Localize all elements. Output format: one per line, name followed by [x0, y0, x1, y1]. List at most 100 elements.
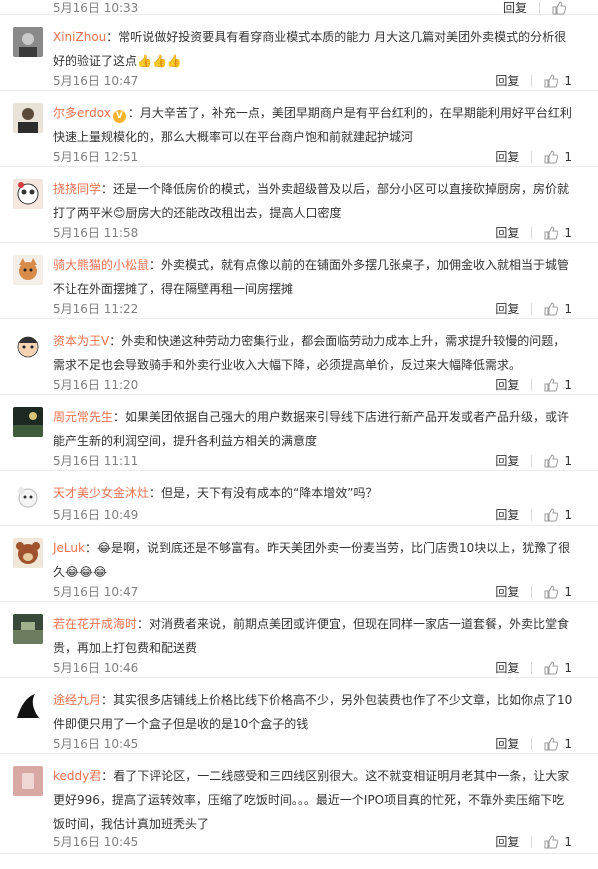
- like-button[interactable]: 1: [544, 658, 572, 678]
- reply-button[interactable]: 回复: [495, 582, 519, 602]
- like-count: 1: [564, 454, 572, 468]
- comment-body: ：😂是啊，说到底还是不够富有。昨天美团外卖一份麦当劳，比门店贵10块以上，犹豫了…: [53, 541, 571, 579]
- thumbs-up-icon: [544, 835, 559, 849]
- comment-text: 若在花开成海时：对消费者来说，前期点美团或许便宜，但现在同样一家店一道套餐，外卖…: [53, 612, 573, 660]
- comment-time: 5月16日 10:47: [53, 585, 139, 599]
- divider: [531, 303, 533, 315]
- like-button[interactable]: 1: [544, 734, 572, 754]
- comment-item: 途经九月：其实很多店铺线上价格比线下价格高不少，另外包装费也作了不少文章，比如你…: [0, 678, 598, 754]
- comment-meta: 5月16日 11:20 回复 1: [53, 375, 572, 395]
- reply-button[interactable]: 回复: [495, 451, 519, 471]
- like-button[interactable]: 1: [544, 832, 572, 852]
- comment-item: JeLuk：😂是啊，说到底还是不够富有。昨天美团外卖一份麦当劳，比门店贵10块以…: [0, 526, 598, 602]
- username-link[interactable]: 骑大熊猫的小松鼠: [53, 258, 149, 272]
- reply-button[interactable]: 回复: [495, 147, 519, 167]
- comment-actions: 回复 1: [495, 451, 572, 471]
- avatar[interactable]: [13, 255, 43, 285]
- comment-actions: 回复 1: [495, 734, 572, 754]
- comment-meta: 5月16日 10:47 回复 1: [53, 582, 572, 602]
- thumbs-up-icon: [544, 585, 559, 599]
- reply-button[interactable]: 回复: [495, 71, 519, 91]
- divider: [531, 586, 533, 598]
- avatar[interactable]: [13, 538, 43, 568]
- reply-button[interactable]: 回复: [495, 734, 519, 754]
- comment-body: ：看了下评论区，一二线感受和三四线区别很大。这不就变相证明月老其中一条，让大家更…: [53, 769, 570, 831]
- comment-text: 尔多erdox V ：月大辛苦了，补充一点，美团早期商户是有平台红利的，在早期能利用…: [53, 101, 573, 149]
- comment-text: keddy君：看了下评论区，一二线感受和三四线区别很大。这不就变相证明月老其中一…: [53, 764, 573, 836]
- like-count: 1: [564, 737, 572, 751]
- like-count: 1: [564, 835, 572, 849]
- comment-meta: 5月16日 10:45 回复 1: [53, 832, 572, 852]
- username-link[interactable]: keddy君: [53, 769, 101, 783]
- thumbs-up-icon: [544, 302, 559, 316]
- comment-actions: 回复 1: [495, 832, 572, 852]
- like-count: 1: [564, 378, 572, 392]
- avatar[interactable]: [13, 179, 43, 209]
- like-count: 1: [564, 661, 572, 675]
- reply-button[interactable]: 回复: [495, 658, 519, 678]
- username-link[interactable]: 资本为王V: [53, 334, 109, 348]
- username-link[interactable]: 途经九月: [53, 693, 101, 707]
- like-count: 1: [564, 226, 572, 240]
- reply-button[interactable]: 回复: [495, 505, 519, 525]
- username-link[interactable]: 天才美少女金沐灶: [53, 486, 149, 500]
- avatar[interactable]: [13, 331, 43, 361]
- username-link[interactable]: 周元常先生: [53, 410, 113, 424]
- username-link[interactable]: 尔多erdox: [53, 106, 111, 120]
- thumbs-up-icon: [544, 508, 559, 522]
- comment-text: 骑大熊猫的小松鼠：外卖模式，就有点像以前的在铺面外多摆几张桌子，加佣金收入就相当…: [53, 253, 573, 301]
- divider: [531, 509, 533, 521]
- thumbs-up-icon: [552, 1, 566, 15]
- comment-body: ：其实很多店铺线上价格比线下价格高不少，另外包装费也作了不少文章，比如你点了10…: [53, 693, 573, 731]
- comment-item: 周元常先生：如果美团依据自己强大的用户数据来引导线下店进行新产品开发或者产品升级…: [0, 395, 598, 471]
- comment-text: 周元常先生：如果美团依据自己强大的用户数据来引导线下店进行新产品开发或者产品升级…: [53, 405, 573, 453]
- comment-actions: 回复 1: [495, 375, 572, 395]
- avatar[interactable]: [13, 690, 43, 720]
- username-link[interactable]: 若在花开成海时: [53, 617, 137, 631]
- comment-time: 5月16日 10:47: [53, 74, 139, 88]
- comment-actions: 回复 1: [495, 582, 572, 602]
- comment-body: ：外卖和快递这种劳动力密集行业，都会面临劳动力成本上升，需求提升较慢的问题，需求…: [53, 334, 566, 372]
- comment-item: 尔多erdox V ：月大辛苦了，补充一点，美团早期商户是有平台红利的，在早期能利用…: [0, 91, 598, 167]
- like-button[interactable]: 1: [544, 375, 572, 395]
- like-button[interactable]: 1: [544, 451, 572, 471]
- comment-time: 5月16日 11:20: [53, 378, 139, 392]
- reply-button[interactable]: 回复: [495, 375, 519, 395]
- reply-button[interactable]: 回复: [495, 832, 519, 852]
- comment-text: 资本为王V：外卖和快递这种劳动力密集行业，都会面临劳动力成本上升，需求提升较慢的…: [53, 329, 573, 377]
- avatar[interactable]: [13, 483, 43, 513]
- comment-time: 5月16日 10:49: [53, 508, 139, 522]
- like-button[interactable]: 1: [544, 147, 572, 167]
- comment-item: 5月16日 10:33 回复: [0, 0, 598, 15]
- comment-meta: 5月16日 10:47 回复 1: [53, 71, 572, 91]
- comment-meta: 5月16日 10:49 回复 1: [53, 505, 572, 525]
- avatar[interactable]: [13, 766, 43, 796]
- like-button[interactable]: 1: [544, 71, 572, 91]
- avatar[interactable]: [13, 27, 43, 57]
- comment-actions: 回复 1: [495, 71, 572, 91]
- comment-meta: 5月16日 11:11 回复 1: [53, 451, 572, 471]
- like-button[interactable]: [552, 1, 572, 15]
- avatar[interactable]: [13, 103, 43, 133]
- comment-time: 5月16日 11:22: [53, 302, 139, 316]
- reply-button[interactable]: 回复: [495, 223, 519, 243]
- comment-actions: 回复 1: [495, 658, 572, 678]
- thumbs-up-icon: [544, 378, 559, 392]
- thumbs-up-icon: [544, 150, 559, 164]
- avatar[interactable]: [13, 407, 43, 437]
- divider: [531, 151, 533, 163]
- comment-body: ：常听说做好投资要具有看穿商业模式本质的能力 月大这几篇对美团外卖模式的分析很好…: [53, 30, 567, 68]
- username-link[interactable]: 挠挠同学: [53, 182, 101, 196]
- like-count: 1: [564, 302, 572, 316]
- reply-button[interactable]: 回复: [495, 299, 519, 319]
- comment-time: 5月16日 10:45: [53, 737, 139, 751]
- like-button[interactable]: 1: [544, 582, 572, 602]
- like-button[interactable]: 1: [544, 299, 572, 319]
- username-link[interactable]: XiniZhou: [53, 30, 106, 44]
- comment-time: 5月16日 10:45: [53, 835, 139, 849]
- username-link[interactable]: JeLuk: [53, 541, 85, 555]
- like-button[interactable]: 1: [544, 505, 572, 525]
- comment-body: ：还是一个降低房价的模式，当外卖超级普及以后，部分小区可以直接砍掉厨房，房价就打…: [53, 182, 570, 220]
- avatar[interactable]: [13, 614, 43, 644]
- like-button[interactable]: 1: [544, 223, 572, 243]
